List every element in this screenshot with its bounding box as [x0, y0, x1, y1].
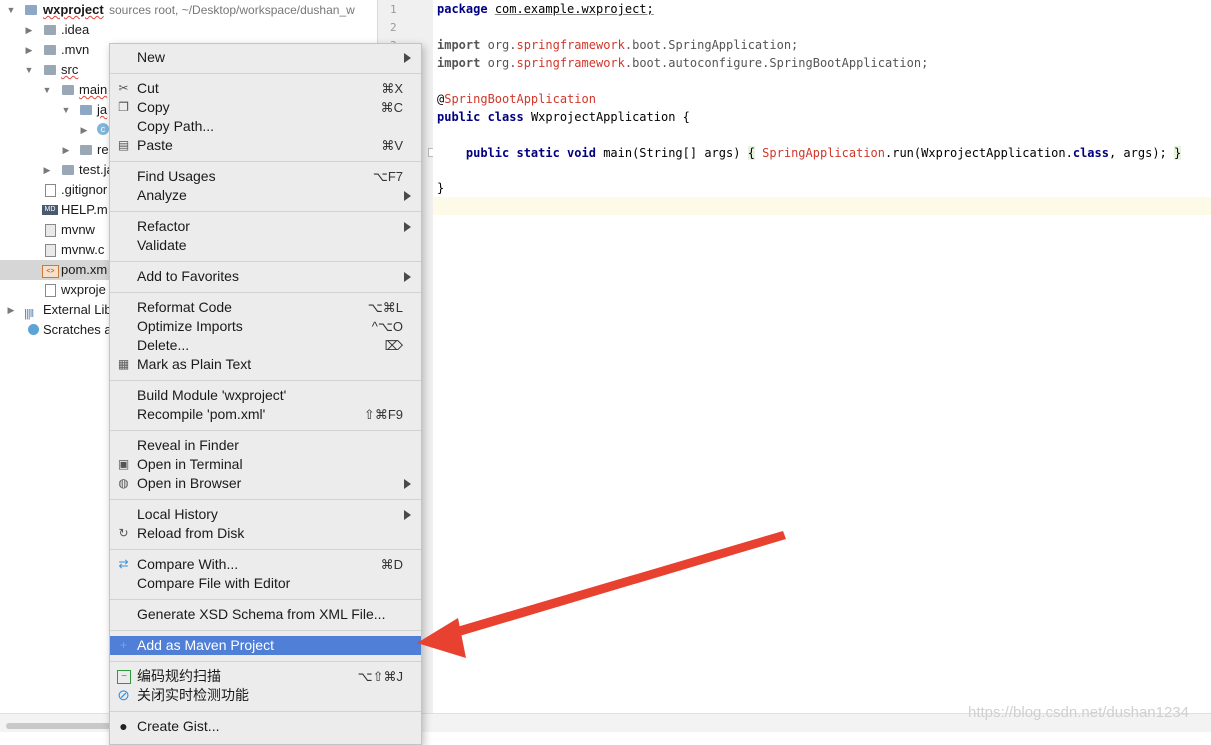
watermark: https://blog.csdn.net/dushan1234	[968, 704, 1190, 721]
annotation-arrow	[417, 531, 786, 658]
arrow-head	[417, 618, 466, 658]
arrow-shaft	[440, 531, 786, 640]
